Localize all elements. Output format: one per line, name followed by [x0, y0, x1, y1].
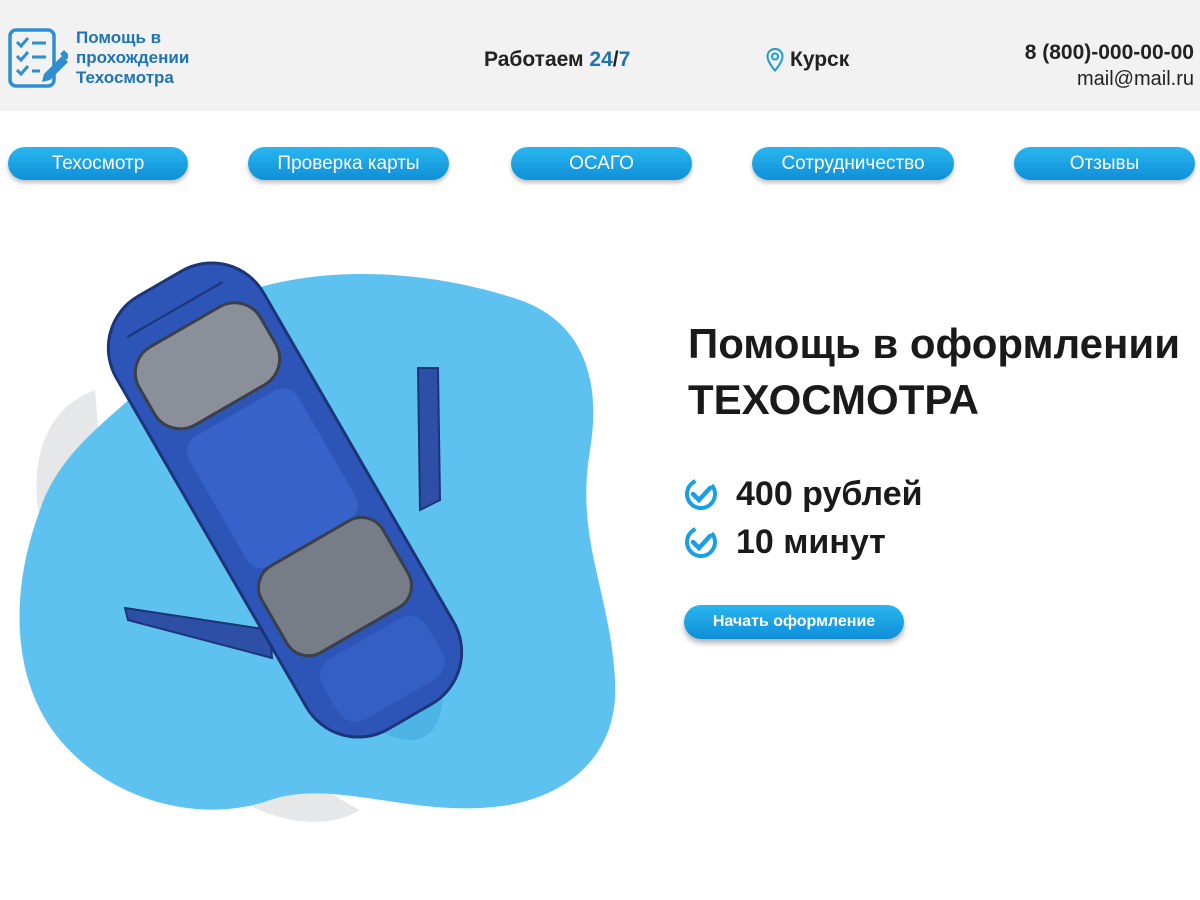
start-registration-button[interactable]: Начать оформление: [684, 605, 904, 639]
nav-item-reviews[interactable]: Отзывы: [1014, 147, 1195, 180]
feature-item: 10 минут: [684, 518, 923, 566]
feature-duration: 10 минут: [736, 522, 886, 561]
city-name: Курск: [790, 48, 850, 71]
map-pin-icon: [766, 48, 784, 72]
hero-title-line2: ТЕХОСМОТРА: [688, 376, 980, 423]
city-selector[interactable]: Курск: [766, 48, 849, 72]
phone-link[interactable]: 8 (800)-000-00-00: [1025, 40, 1194, 66]
check-badge-icon: [685, 526, 717, 558]
feature-item: 400 рублей: [684, 470, 923, 518]
schedule-prefix: Работаем: [484, 48, 590, 71]
nav-item-osago[interactable]: ОСАГО: [511, 147, 692, 180]
hero-title: Помощь в оформлении ТЕХОСМОТРА: [688, 316, 1180, 428]
contacts: 8 (800)-000-00-00 mail@mail.ru: [1025, 40, 1194, 92]
feature-price: 400 рублей: [736, 474, 923, 513]
nav-item-techosmotr[interactable]: Техосмотр: [8, 147, 188, 180]
feature-list: 400 рублей 10 минут: [684, 470, 923, 566]
logo[interactable]: Помощь в прохождении Техосмотра: [8, 28, 216, 90]
car-right-door: [416, 367, 442, 512]
logo-text: Помощь в прохождении Техосмотра: [76, 28, 190, 87]
hero-car-illustration: [19, 261, 616, 822]
schedule-days: 7: [618, 48, 631, 71]
schedule-hours: 24: [589, 48, 613, 71]
checklist-pen-icon: [8, 28, 68, 88]
nav-item-cooperation[interactable]: Сотрудничество: [752, 147, 954, 180]
check-badge-icon: [685, 478, 717, 510]
header: Помощь в прохождении Техосмотра Работаем…: [0, 0, 1200, 111]
nav-item-card-check[interactable]: Проверка карты: [248, 147, 449, 180]
main-nav: Техосмотр Проверка карты ОСАГО Сотруднич…: [0, 147, 1200, 183]
schedule-text: Работаем 24/7: [484, 48, 630, 72]
hero-title-line1: Помощь в оформлении: [688, 320, 1181, 367]
email-link[interactable]: mail@mail.ru: [1025, 66, 1194, 92]
